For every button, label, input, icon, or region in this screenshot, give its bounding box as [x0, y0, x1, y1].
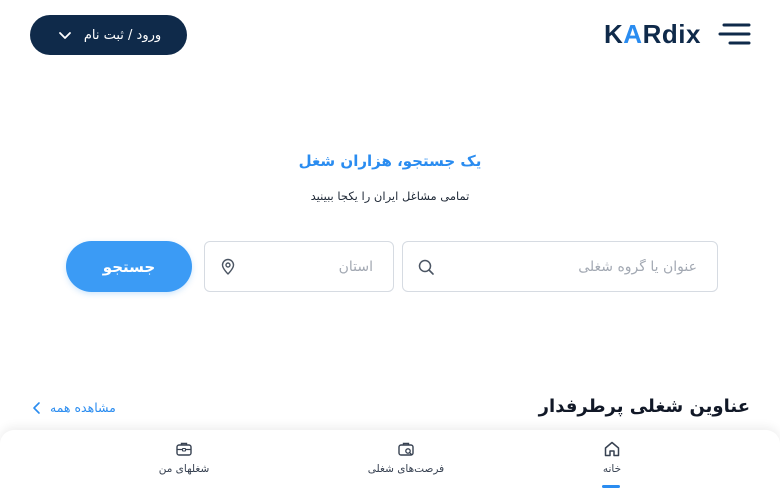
job-title-field[interactable] — [402, 241, 718, 292]
active-tab-indicator — [602, 485, 620, 488]
nav-item-label: خانه — [602, 463, 622, 475]
see-all-link[interactable]: مشاهده همه — [30, 400, 116, 415]
see-all-label: مشاهده همه — [50, 400, 116, 415]
chevron-left-icon — [30, 401, 44, 415]
search-button-label: جستجو — [102, 257, 156, 276]
chevron-down-icon — [56, 26, 74, 44]
job-title-input[interactable] — [447, 242, 697, 291]
search-icon — [417, 258, 435, 276]
popular-jobs-title: عناوین شغلی پرطرفدار — [538, 396, 750, 417]
login-register-button[interactable]: ورود / ثبت نام — [30, 15, 187, 55]
login-register-label: ورود / ثبت نام — [83, 27, 162, 43]
briefcase-icon — [175, 440, 193, 458]
home-icon — [603, 440, 621, 458]
bottom-navigation: خانه فرصت‌های شغلی شغلهای من — [0, 430, 780, 493]
header: ورود / ثبت نام KARdix — [0, 0, 780, 70]
province-field[interactable] — [204, 241, 394, 292]
hero-subtitle: تمامی مشاغل ایران را یکجا ببینید — [310, 189, 470, 203]
location-pin-icon — [219, 258, 237, 276]
nav-item-label: فرصت‌های شغلی — [367, 463, 445, 475]
province-input[interactable] — [245, 242, 373, 291]
nav-item-job-opportunities[interactable]: فرصت‌های شغلی — [346, 440, 466, 475]
hero-title: یک جستجو، هزاران شغل — [298, 152, 482, 170]
nav-item-my-jobs[interactable]: شغلهای من — [124, 440, 244, 475]
kardix-logo[interactable]: KARdix — [604, 20, 701, 48]
nav-item-label: شغلهای من — [158, 463, 210, 475]
job-opportunities-icon — [397, 440, 415, 458]
search-button[interactable]: جستجو — [66, 241, 192, 292]
nav-item-home[interactable]: خانه — [552, 440, 672, 475]
hamburger-menu-icon[interactable] — [718, 21, 752, 49]
